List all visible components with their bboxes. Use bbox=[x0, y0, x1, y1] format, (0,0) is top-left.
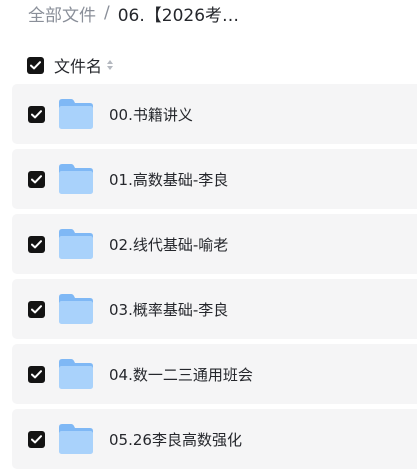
check-icon bbox=[31, 434, 42, 443]
file-row[interactable]: 04.数一二三通用班会 bbox=[12, 344, 417, 404]
check-icon bbox=[31, 174, 42, 183]
check-icon bbox=[31, 109, 42, 118]
file-name[interactable]: 01.高数基础-李良 bbox=[109, 169, 228, 190]
folder-icon bbox=[58, 423, 94, 455]
sort-up-arrow-icon bbox=[107, 60, 114, 64]
folder-icon bbox=[58, 358, 94, 390]
breadcrumb-current-folder: 06.【2026考… bbox=[117, 5, 240, 26]
sort-down-arrow-icon bbox=[107, 66, 114, 70]
check-icon bbox=[31, 304, 42, 313]
row-checkbox[interactable] bbox=[28, 170, 45, 188]
check-icon bbox=[31, 369, 42, 378]
list-header: 文件名 bbox=[27, 53, 114, 77]
breadcrumb-separator: / bbox=[104, 3, 110, 23]
file-name[interactable]: 02.线代基础-喻老 bbox=[109, 234, 228, 255]
row-checkbox[interactable] bbox=[28, 105, 45, 123]
select-all-checkbox[interactable] bbox=[27, 56, 44, 74]
sort-icon[interactable] bbox=[107, 60, 114, 70]
file-name[interactable]: 04.数一二三通用班会 bbox=[109, 364, 253, 385]
check-icon bbox=[31, 239, 42, 248]
name-column-header[interactable]: 文件名 bbox=[54, 53, 102, 77]
file-browser: 全部文件 / 06.【2026考… 文件名 00.书籍讲义 01.高数基础-李良 0… bbox=[0, 0, 417, 469]
file-row[interactable]: 02.线代基础-喻老 bbox=[12, 214, 417, 274]
breadcrumb-root-link[interactable]: 全部文件 bbox=[28, 1, 96, 26]
file-row[interactable]: 01.高数基础-李良 bbox=[12, 149, 417, 209]
file-row[interactable]: 03.概率基础-李良 bbox=[12, 279, 417, 339]
row-checkbox[interactable] bbox=[28, 300, 45, 318]
file-name[interactable]: 00.书籍讲义 bbox=[109, 104, 193, 125]
file-row[interactable]: 00.书籍讲义 bbox=[12, 84, 417, 144]
row-checkbox[interactable] bbox=[28, 430, 45, 448]
breadcrumb: 全部文件 / 06.【2026考… bbox=[28, 0, 239, 26]
folder-icon bbox=[58, 163, 94, 195]
row-checkbox[interactable] bbox=[28, 365, 45, 383]
row-checkbox[interactable] bbox=[28, 235, 45, 253]
file-name[interactable]: 03.概率基础-李良 bbox=[109, 299, 228, 320]
file-row[interactable]: 05.26李良高数强化 bbox=[12, 409, 417, 469]
folder-icon bbox=[58, 228, 94, 260]
folder-icon bbox=[58, 98, 94, 130]
file-name[interactable]: 05.26李良高数强化 bbox=[109, 429, 242, 450]
folder-icon bbox=[58, 293, 94, 325]
check-icon bbox=[30, 60, 41, 69]
